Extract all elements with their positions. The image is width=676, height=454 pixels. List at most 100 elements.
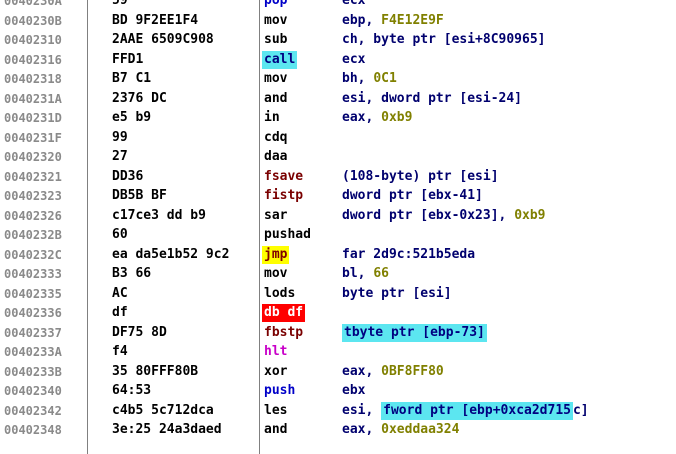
address-cell: 0040233B [4, 364, 62, 379]
disassembly-view[interactable]: 0040230A 59 pop ecx 0040230B BD 9F2EE1F4 mov eb… [0, 0, 676, 454]
disasm-row[interactable]: 00402320 27 daa [0, 147, 676, 167]
disasm-row[interactable]: 00402326 c17ce3 dd b9 sar dword ptr [ebx-0x… [0, 206, 676, 226]
address-cell: 00402342 [4, 403, 62, 418]
operands-cell [342, 342, 676, 362]
operand-text: ecx [342, 51, 366, 67]
mnemonic-cell: mov [262, 11, 334, 31]
mnemonic-text: les [264, 402, 288, 418]
operand-text: ebp, [342, 12, 382, 28]
address-cell: 00402333 [4, 267, 62, 281]
disasm-row[interactable]: 00402336 df db df [0, 303, 676, 323]
operand-text: esi, [342, 402, 382, 418]
operands-cell: tbyte ptr [ebp-73] [342, 323, 676, 343]
disasm-row[interactable]: 00402348 3e:25 24a3daed and eax, 0xeddaa324 [0, 420, 676, 440]
hex-bytes-cell: 99 [112, 129, 128, 145]
address-cell: 00402316 [4, 52, 62, 67]
address-cell: 00402340 [4, 384, 62, 398]
mnemonic-text: fsave [264, 168, 304, 184]
disasm-row[interactable]: 0040231F 99 cdq [0, 128, 676, 148]
disasm-row[interactable]: 00402342 c4b5 5c712dca les esi, fword ptr [… [0, 401, 676, 421]
hex-bytes-cell: B3 66 [112, 266, 152, 281]
operand-text: eax, [342, 110, 382, 125]
operand-text: dword ptr [ebx-0x23], [342, 207, 515, 223]
hex-bytes-cell: 35 80FFF80B [112, 363, 199, 379]
hex-bytes-cell: 2AAE 6509C908 [112, 32, 214, 47]
operand-immediate: 0BF8FF80 [381, 363, 444, 379]
disasm-row[interactable]: 0040232B 60 pushad [0, 225, 676, 245]
disasm-row[interactable]: 00402316 FFD1 call ecx [0, 50, 676, 70]
disasm-row[interactable]: 0040233A f4 hlt [0, 342, 676, 362]
mnemonic-cell: les [262, 401, 334, 421]
hex-bytes-cell: DF75 8D [112, 324, 167, 340]
mnemonic-cell: daa [262, 147, 334, 167]
address-cell: 0040230A [4, 0, 62, 8]
mnemonic-cell: hlt [262, 342, 334, 362]
mnemonic-text: pushad [264, 227, 311, 242]
hex-bytes-cell: c17ce3 dd b9 [112, 207, 206, 223]
disasm-row[interactable]: 00402318 B7 C1 mov bh, 0C1 [0, 69, 676, 89]
mnemonic-text: xor [264, 363, 288, 379]
address-cell: 0040232B [4, 228, 62, 242]
mnemonic-text: call [262, 50, 298, 69]
operands-cell: ecx [342, 50, 676, 70]
operands-cell: far 2d9c:521b5eda [342, 245, 676, 265]
mnemonic-text: and [264, 422, 288, 437]
disasm-row[interactable]: 0040232C ea da5e1b52 9c2 jmp far 2d9c:521b5… [0, 245, 676, 265]
mnemonic-text: fbstp [264, 324, 304, 340]
mnemonic-text: mov [264, 266, 288, 281]
hex-bytes-cell: ea da5e1b52 9c2 [112, 246, 230, 262]
mnemonic-cell: cdq [262, 128, 334, 148]
address-cell: 0040231D [4, 111, 62, 125]
mnemonic-text: daa [264, 149, 288, 164]
operands-cell: esi, fword ptr [ebp+0xca2d715 c] [342, 401, 676, 421]
hex-bytes-cell: FFD1 [112, 51, 144, 67]
address-cell: 0040232C [4, 247, 62, 262]
operands-cell: eax, 0xb9 [342, 108, 676, 128]
operands-cell [342, 147, 676, 167]
operand-text: byte ptr [esi] [342, 285, 452, 301]
hex-bytes-cell: 64:53 [112, 383, 152, 398]
mnemonic-cell: and [262, 420, 334, 440]
hex-bytes-cell: e5 b9 [112, 110, 152, 125]
mnemonic-text: and [264, 90, 288, 106]
address-cell: 00402326 [4, 208, 62, 223]
operands-cell: dword ptr [ebx-0x23], 0xb9 [342, 206, 676, 226]
disasm-row[interactable]: 0040231D e5 b9 in eax, 0xb9 [0, 108, 676, 128]
operand-immediate: 66 [373, 266, 389, 281]
operand-immediate: 0xb9 [381, 110, 413, 125]
mnemonic-cell: and [262, 89, 334, 109]
disasm-row[interactable]: 0040230B BD 9F2EE1F4 mov ebp, F4E12E9F [0, 11, 676, 31]
disasm-row[interactable]: 0040230A 59 pop ecx [0, 0, 676, 11]
disasm-row[interactable]: 00402323 DB5B BF fistp dword ptr [ebx-41] [0, 186, 676, 206]
mnemonic-cell: mov [262, 69, 334, 89]
hex-bytes-cell: 27 [112, 149, 128, 164]
disasm-row[interactable]: 00402340 64:53 push ebx [0, 381, 676, 401]
disasm-row[interactable]: 00402337 DF75 8D fbstp tbyte ptr [ebp-73] [0, 323, 676, 343]
operands-cell: esi, dword ptr [esi-24] [342, 89, 676, 109]
disasm-row[interactable]: 0040233B 35 80FFF80B xor eax, 0BF8FF80 [0, 362, 676, 382]
address-cell: 00402348 [4, 423, 62, 437]
hex-bytes-cell: f4 [112, 344, 128, 359]
hex-bytes-cell: AC [112, 285, 128, 301]
mnemonic-cell: mov [262, 264, 334, 284]
disasm-row[interactable]: 0040231A 2376 DC and esi, dword ptr [esi-24… [0, 89, 676, 109]
address-cell: 0040231F [4, 130, 62, 145]
mnemonic-cell: in [262, 108, 334, 128]
disasm-row[interactable]: 00402310 2AAE 6509C908 sub ch, byte ptr [es… [0, 30, 676, 50]
mnemonic-cell: fbstp [262, 323, 334, 343]
disasm-row[interactable]: 00402321 DD36 fsave (108-byte) ptr [esi] [0, 167, 676, 187]
operands-cell: (108-byte) ptr [esi] [342, 167, 676, 187]
operands-cell: bl, 66 [342, 264, 676, 284]
mnemonic-text: hlt [264, 344, 288, 359]
mnemonic-cell: pushad [262, 225, 334, 245]
hex-bytes-cell: c4b5 5c712dca [112, 402, 214, 418]
address-cell: 0040230B [4, 13, 62, 28]
operand-text: far 2d9c:521b5eda [342, 246, 476, 262]
disasm-row[interactable]: 00402333 B3 66 mov bl, 66 [0, 264, 676, 284]
address-cell: 00402310 [4, 33, 62, 47]
operand-immediate: F4E12E9F [381, 12, 444, 28]
mnemonic-text: mov [264, 12, 288, 28]
disasm-row[interactable]: 00402335 AC lods byte ptr [esi] [0, 284, 676, 304]
operand-text: eax, [342, 422, 382, 437]
hex-bytes-cell: 3e:25 24a3daed [112, 422, 222, 437]
